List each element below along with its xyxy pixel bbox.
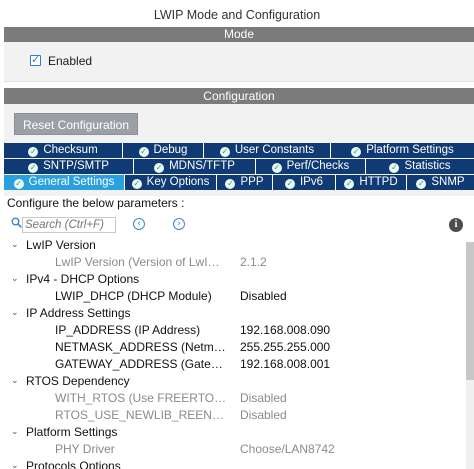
tab-checksum[interactable]: ✓ Checksum bbox=[4, 143, 123, 158]
parameter-value[interactable]: Disabled bbox=[240, 390, 287, 407]
tab-label: SNMP bbox=[431, 176, 465, 188]
parameter-value[interactable]: Choose/LAN8742 bbox=[240, 441, 335, 458]
check-circle-icon: ✓ bbox=[13, 179, 24, 189]
tree-group-row[interactable]: ⌄ IPv4 - DHCP Options bbox=[0, 271, 462, 288]
chevron-down-icon[interactable]: ⌄ bbox=[11, 305, 21, 322]
parameter-value[interactable]: 192.168.008.090 bbox=[240, 322, 330, 339]
parameter-value[interactable]: Disabled bbox=[240, 288, 287, 305]
parameter-row[interactable]: PHY Driver Choose/LAN8742 bbox=[0, 441, 462, 458]
search-icon bbox=[11, 217, 22, 228]
parameter-name: LWIP_DHCP (DHCP Module) bbox=[55, 289, 212, 303]
enabled-label[interactable]: Enabled bbox=[48, 54, 92, 68]
tab-ipv6[interactable]: ✓ IPv6 bbox=[273, 175, 336, 190]
tree-group-label: LwIP Version bbox=[26, 238, 96, 252]
tab-perf-checks[interactable]: ✓ Perf/Checks bbox=[256, 159, 366, 174]
parameter-name: PHY Driver bbox=[55, 442, 115, 456]
tree-group-row[interactable]: ⌄ RTOS Dependency bbox=[0, 373, 462, 390]
tab-debug[interactable]: ✓ Debug bbox=[123, 143, 204, 158]
check-circle-icon: ✓ bbox=[154, 163, 165, 173]
tab-label: Checksum bbox=[43, 144, 98, 156]
parameter-name: LwIP Version (Version of LwIP s... bbox=[55, 255, 227, 269]
parameter-name: RTOS_USE_NEWLIB_REENTR... bbox=[55, 408, 227, 422]
tab-statistics[interactable]: ✓ Statistics bbox=[366, 159, 474, 174]
parameter-row[interactable]: IP_ADDRESS (IP Address) 192.168.008.090 bbox=[0, 322, 462, 339]
scrollbar-thumb[interactable] bbox=[466, 242, 474, 380]
circle-right-icon[interactable]: › bbox=[173, 218, 185, 230]
tab-snmp[interactable]: ✓ SNMP bbox=[407, 175, 474, 190]
chevron-down-icon[interactable]: ⌄ bbox=[11, 373, 21, 390]
mode-header: Mode bbox=[4, 27, 474, 42]
tab-label: Key Options bbox=[146, 176, 210, 188]
configuration-header: Configuration bbox=[4, 88, 474, 104]
tab-sntp-smtp[interactable]: ✓ SNTP/SMTP bbox=[4, 159, 134, 174]
check-circle-icon: ✓ bbox=[28, 147, 39, 157]
tab-label: HTTPD bbox=[359, 176, 398, 188]
parameter-row[interactable]: GATEWAY_ADDRESS (Gatewa... 192.168.008.00… bbox=[0, 356, 462, 373]
search-input[interactable] bbox=[22, 217, 116, 233]
tree-group-row[interactable]: ⌄ LwIP Version bbox=[0, 237, 462, 254]
reset-configuration-button[interactable]: Reset Configuration bbox=[14, 113, 138, 135]
tab-label: Debug bbox=[153, 144, 188, 156]
tree-group-label: Platform Settings bbox=[26, 425, 118, 439]
check-circle-icon: ✓ bbox=[416, 179, 427, 189]
parameter-row[interactable]: WITH_RTOS (Use FREERTOS ... Disabled bbox=[0, 390, 462, 407]
tab-user-constants[interactable]: ✓ User Constants bbox=[204, 143, 331, 158]
chevron-down-icon[interactable]: ⌄ bbox=[11, 237, 21, 254]
enabled-checkbox[interactable] bbox=[30, 53, 41, 66]
check-circle-icon: ✓ bbox=[28, 163, 39, 173]
chevron-down-icon[interactable]: ⌄ bbox=[11, 424, 21, 441]
chevron-down-icon[interactable]: ⌄ bbox=[11, 458, 21, 469]
info-icon[interactable]: i bbox=[449, 218, 463, 232]
tab-key-options[interactable]: ✓ Key Options bbox=[125, 175, 217, 190]
tab-label: Platform Settings bbox=[366, 144, 454, 156]
check-circle-icon: ✓ bbox=[344, 179, 355, 189]
parameter-name: IP_ADDRESS (IP Address) bbox=[55, 323, 201, 337]
tab-label: User Constants bbox=[234, 144, 315, 156]
parameter-name: NETMASK_ADDRESS (Netmas... bbox=[55, 340, 227, 354]
window-title: LWIP Mode and Configuration bbox=[153, 8, 321, 22]
circle-left-icon[interactable]: ‹ bbox=[133, 218, 145, 230]
check-circle-icon: ✓ bbox=[351, 147, 362, 157]
tree-group-row[interactable]: ⌄ Protocols Options bbox=[0, 458, 462, 469]
check-circle-icon: ✓ bbox=[131, 179, 142, 189]
parameter-value[interactable]: 2.1.2 bbox=[240, 254, 267, 271]
tab-label: MDNS/TFTP bbox=[169, 160, 235, 172]
tree-group-label: RTOS Dependency bbox=[26, 374, 130, 388]
tab-label: Statistics bbox=[404, 160, 451, 172]
parameter-name: GATEWAY_ADDRESS (Gatewa... bbox=[55, 357, 227, 371]
tab-platform-settings[interactable]: ✓ Platform Settings bbox=[331, 143, 474, 158]
tab-mdns-tftp[interactable]: ✓ MDNS/TFTP bbox=[134, 159, 256, 174]
tab-general-settings[interactable]: ✓ General Settings bbox=[4, 175, 125, 190]
check-circle-icon: ✓ bbox=[271, 163, 282, 173]
tree-group-row[interactable]: ⌄ IP Address Settings bbox=[0, 305, 462, 322]
tab-ppp[interactable]: ✓ PPP bbox=[217, 175, 273, 190]
parameter-value[interactable]: 192.168.008.001 bbox=[240, 356, 330, 373]
parameter-value[interactable]: Disabled bbox=[240, 407, 287, 424]
mode-panel: Enabled bbox=[4, 42, 474, 82]
tab-label: IPv6 bbox=[299, 176, 323, 188]
check-circle-icon: ✓ bbox=[138, 147, 149, 157]
chevron-down-icon[interactable]: ⌄ bbox=[11, 271, 21, 288]
check-circle-icon: ✓ bbox=[389, 163, 400, 173]
parameter-name: WITH_RTOS (Use FREERTOS ... bbox=[55, 391, 227, 405]
tree-group-label: IP Address Settings bbox=[26, 306, 131, 320]
tree-group-label: Protocols Options bbox=[26, 459, 121, 469]
tree-group-row[interactable]: ⌄ Platform Settings bbox=[0, 424, 462, 441]
tab-httpd[interactable]: ✓ HTTPD bbox=[336, 175, 407, 190]
parameter-row[interactable]: LWIP_DHCP (DHCP Module) Disabled bbox=[0, 288, 462, 305]
tree-group-label: IPv4 - DHCP Options bbox=[26, 272, 140, 286]
check-circle-icon: ✓ bbox=[225, 179, 236, 189]
parameter-value[interactable]: 255.255.255.000 bbox=[240, 339, 330, 356]
tab-label: Perf/Checks bbox=[286, 160, 350, 172]
tab-label: SNTP/SMTP bbox=[43, 160, 109, 172]
params-instruction: Configure the below parameters : bbox=[7, 196, 185, 210]
parameter-row[interactable]: NETMASK_ADDRESS (Netmas... 255.255.255.00… bbox=[0, 339, 462, 356]
parameter-row[interactable]: LwIP Version (Version of LwIP s... 2.1.2 bbox=[0, 254, 462, 271]
parameter-row[interactable]: RTOS_USE_NEWLIB_REENTR... Disabled bbox=[0, 407, 462, 424]
check-circle-icon: ✓ bbox=[219, 147, 230, 157]
tab-label: General Settings bbox=[28, 176, 115, 188]
check-circle-icon: ✓ bbox=[284, 179, 295, 189]
tab-label: PPP bbox=[240, 176, 264, 188]
